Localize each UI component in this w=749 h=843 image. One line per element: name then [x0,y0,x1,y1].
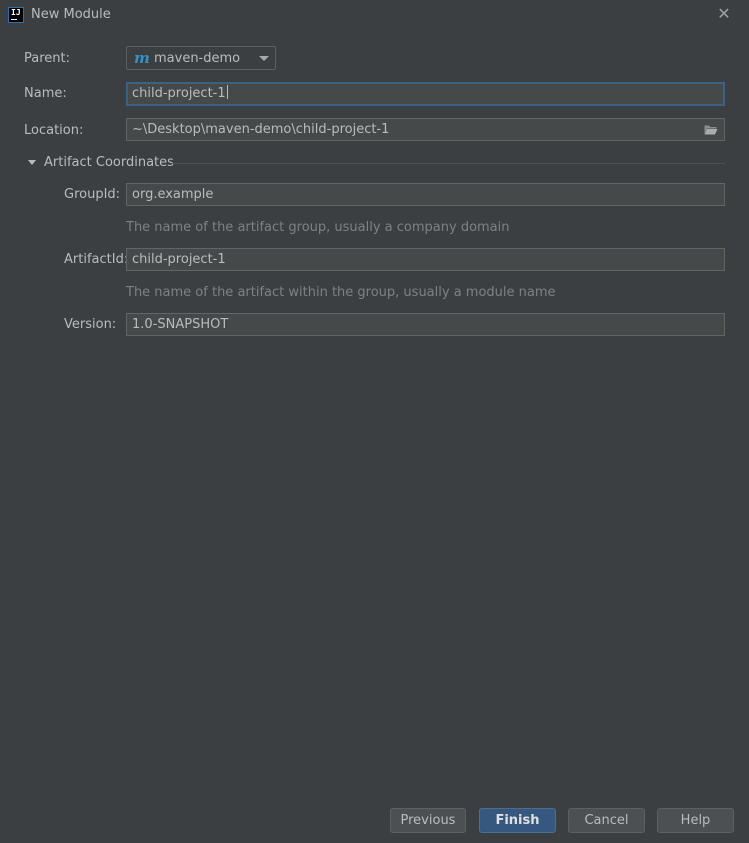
window-title: New Module [31,7,111,22]
name-input-value: child-project-1 [132,86,226,101]
artifactid-input-value: child-project-1 [132,252,226,267]
groupid-input-value: org.example [132,187,214,202]
name-label: Name: [24,86,67,101]
groupid-hint: The name of the artifact group, usually … [126,220,510,235]
text-caret [226,85,228,99]
parent-label: Parent: [24,51,70,66]
location-input[interactable]: ~\Desktop\maven-demo\child-project-1 [126,118,725,141]
help-button[interactable]: Help [657,808,734,833]
intellij-icon: IJ [8,7,24,23]
groupid-label: GroupId: [64,187,121,202]
intellij-icon-label: IJ [11,8,21,17]
previous-button[interactable]: Previous [390,808,466,833]
artifact-coordinates-title[interactable]: Artifact Coordinates [44,155,174,170]
parent-dropdown[interactable]: m maven-demo [126,46,276,70]
artifactid-input[interactable]: child-project-1 [126,248,725,271]
version-input[interactable]: 1.0-SNAPSHOT [126,313,725,336]
location-input-value: ~\Desktop\maven-demo\child-project-1 [132,122,390,137]
name-input[interactable]: child-project-1 [126,82,725,106]
close-icon[interactable]: ✕ [717,6,731,22]
maven-module-icon: m [134,48,150,67]
version-input-value: 1.0-SNAPSHOT [132,317,229,332]
cancel-button[interactable]: Cancel [568,808,645,833]
finish-button[interactable]: Finish [479,808,556,833]
chevron-down-icon [259,56,269,61]
title-bar: IJ New Module ✕ [0,0,749,30]
artifactid-label: ArtifactId: [64,252,129,267]
location-label: Location: [24,123,84,138]
parent-dropdown-value: maven-demo [154,50,241,66]
folder-open-icon[interactable] [704,124,718,135]
artifactid-hint: The name of the artifact within the grou… [126,285,556,300]
collapse-triangle-icon[interactable] [28,160,36,165]
groupid-input[interactable]: org.example [126,183,725,206]
section-divider [170,163,725,164]
version-label: Version: [64,317,117,332]
